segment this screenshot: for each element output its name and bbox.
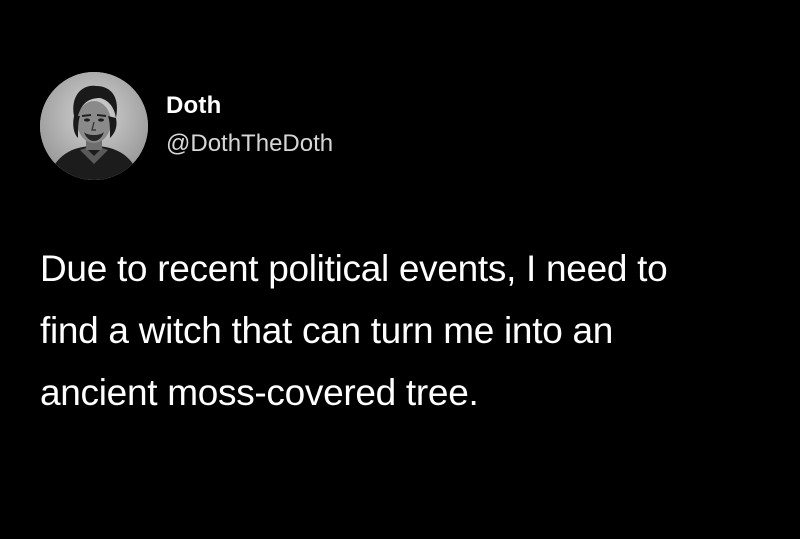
- author-avatar[interactable]: [40, 72, 148, 180]
- tweet-card: Doth @DothTheDoth Due to recent politica…: [0, 0, 800, 539]
- author-handle[interactable]: @DothTheDoth: [166, 130, 333, 158]
- tweet-text-line: Due to recent political events, I need t…: [40, 248, 668, 289]
- tweet-text: Due to recent political events, I need t…: [40, 238, 780, 424]
- author-display-name[interactable]: Doth: [166, 92, 221, 120]
- tweet-text-line: ancient moss-covered tree.: [40, 372, 479, 413]
- portrait-avatar-icon: [40, 72, 148, 180]
- tweet-text-line: find a witch that can turn me into an: [40, 310, 614, 351]
